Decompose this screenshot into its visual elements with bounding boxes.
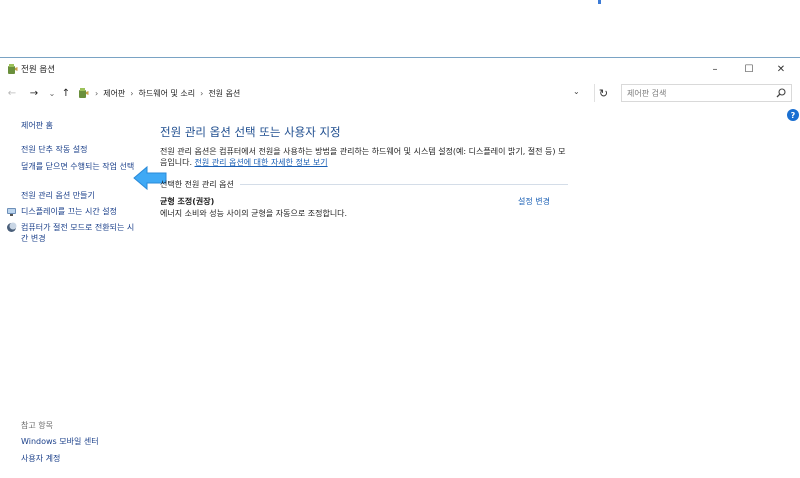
maximize-button[interactable]: ☐ bbox=[734, 61, 764, 77]
refresh-icon[interactable]: ↻ bbox=[594, 84, 612, 102]
title-bar: 전원 옵션 – ☐ ✕ bbox=[0, 58, 800, 80]
forward-arrow-icon[interactable]: → bbox=[28, 86, 40, 100]
breadcrumb-power-options[interactable]: 전원 옵션 bbox=[208, 88, 240, 99]
sidebar-create-power-plan-link[interactable]: 전원 관리 옵션 만들기 bbox=[21, 190, 95, 201]
breadcrumb-separator-icon: › bbox=[130, 88, 134, 98]
plan-description: 에너지 소비와 성능 사이의 균형을 자동으로 조정합니다. bbox=[160, 209, 348, 218]
close-button[interactable]: ✕ bbox=[766, 61, 796, 77]
breadcrumb-separator-icon: › bbox=[95, 88, 99, 98]
plan-name-balanced: 균형 조정(권장) bbox=[160, 197, 215, 206]
selected-plan-section-header: 선택한 전원 관리 옵션 bbox=[160, 178, 568, 190]
sidebar-user-accounts-link[interactable]: 사용자 계정 bbox=[21, 453, 60, 464]
sidebar-sleep-time-link[interactable]: 컴퓨터가 절전 모드로 전환되는 시간 변경 bbox=[21, 222, 139, 244]
text-caret bbox=[598, 0, 601, 4]
sidebar-lid-close-action-link[interactable]: 덮개를 닫으면 수행되는 작업 선택 bbox=[21, 161, 139, 172]
sidebar-windows-mobility-center-link[interactable]: Windows 모바일 센터 bbox=[21, 436, 99, 447]
sidebar: 제어판 홈 전원 단추 작동 설정 덮개를 닫으면 수행되는 작업 선택 전원 … bbox=[0, 106, 150, 476]
display-shield-icon bbox=[7, 208, 16, 216]
sidebar-control-panel-home-link[interactable]: 제어판 홈 bbox=[21, 120, 53, 131]
address-dropdown-chevron-icon[interactable]: ⌄ bbox=[573, 87, 580, 96]
power-options-window: 전원 옵션 – ☐ ✕ ← → ⌄ ↑ › 제어판 › 하드웨어 및 소리 › … bbox=[0, 57, 800, 478]
search-input[interactable] bbox=[627, 88, 767, 98]
navigation-bar: ← → ⌄ ↑ › 제어판 › 하드웨어 및 소리 › 전원 옵션 ⌄ ↻ bbox=[0, 82, 800, 104]
page-title: 전원 관리 옵션 선택 또는 사용자 지정 bbox=[160, 125, 341, 139]
breadcrumb-hardware-sound[interactable]: 하드웨어 및 소리 bbox=[139, 88, 196, 99]
window-title: 전원 옵션 bbox=[21, 65, 55, 75]
control-panel-icon bbox=[79, 88, 89, 98]
breadcrumb-control-panel[interactable]: 제어판 bbox=[103, 88, 125, 99]
power-options-icon bbox=[8, 64, 18, 74]
back-arrow-icon[interactable]: ← bbox=[6, 86, 18, 100]
breadcrumb-separator-icon: › bbox=[200, 88, 204, 98]
page-description: 전원 관리 옵션은 컴퓨터에서 전원을 사용하는 방법을 관리하는 하드웨어 및… bbox=[160, 146, 570, 168]
sidebar-display-off-time-link[interactable]: 디스플레이를 끄는 시간 설정 bbox=[21, 206, 117, 217]
change-plan-settings-link[interactable]: 설정 변경 bbox=[518, 196, 550, 207]
recent-locations-chevron-icon[interactable]: ⌄ bbox=[47, 86, 57, 100]
desktop-area-above-window bbox=[0, 0, 800, 57]
see-also-heading: 참고 항목 bbox=[21, 421, 53, 430]
sidebar-power-button-settings-link[interactable]: 전원 단추 작동 설정 bbox=[21, 144, 88, 155]
address-bar[interactable]: › 제어판 › 하드웨어 및 소리 › 전원 옵션 bbox=[74, 84, 588, 102]
help-icon[interactable]: ? bbox=[787, 109, 799, 121]
up-arrow-icon[interactable]: ↑ bbox=[61, 86, 71, 100]
search-icon[interactable] bbox=[776, 88, 786, 98]
learn-more-link[interactable]: 전원 관리 옵션에 대한 자세한 정보 보기 bbox=[195, 158, 328, 167]
sleep-moon-icon bbox=[7, 222, 17, 232]
search-box[interactable] bbox=[621, 84, 792, 102]
section-divider bbox=[239, 183, 568, 185]
minimize-button[interactable]: – bbox=[700, 61, 730, 77]
section-label: 선택한 전원 관리 옵션 bbox=[160, 179, 234, 189]
